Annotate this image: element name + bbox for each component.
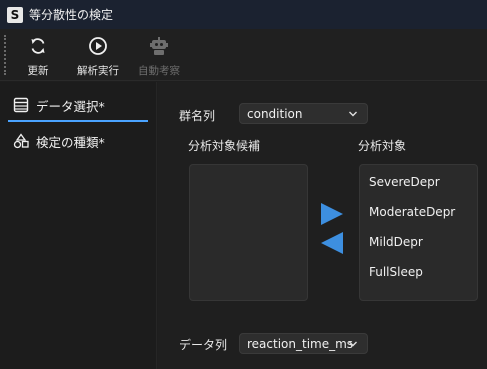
targets-label: 分析対象: [358, 139, 407, 153]
arrow-right-icon: [321, 203, 343, 225]
data-column-value: reaction_time_ms: [247, 336, 354, 351]
app-logo: S: [7, 6, 23, 23]
group-column-value: condition: [247, 106, 303, 121]
refresh-icon: [27, 35, 49, 57]
auto-insight-label: 自動考察: [138, 65, 180, 77]
toolbar: 更新 解析実行 自動考察: [0, 29, 487, 81]
chevron-down-icon: [349, 341, 357, 347]
list-item[interactable]: SevereDepr: [369, 175, 440, 189]
candidates-list[interactable]: [189, 164, 308, 301]
auto-insight-button[interactable]: 自動考察: [135, 33, 183, 79]
data-column-label: データ列: [179, 338, 228, 352]
group-column-select[interactable]: condition: [239, 103, 368, 124]
list-item[interactable]: FullSleep: [369, 265, 423, 279]
table-icon: [12, 96, 30, 114]
shapes-icon: [12, 132, 30, 150]
sidebar-item-test-type[interactable]: 検定の種類*: [0, 124, 157, 158]
main-panel: 群名列 condition 分析対象候補 分析対象 SevereDepr Mod…: [158, 82, 487, 369]
play-icon: [87, 35, 109, 57]
list-item[interactable]: MildDepr: [369, 235, 423, 249]
run-analysis-button[interactable]: 解析実行: [74, 33, 122, 79]
sidebar-item-label: 検定の種類*: [36, 134, 105, 150]
sidebar-item-data-selection[interactable]: データ選択*: [0, 88, 157, 122]
refresh-label: 更新: [27, 65, 49, 77]
move-right-button[interactable]: [319, 202, 345, 226]
targets-list[interactable]: SevereDepr ModerateDepr MildDepr FullSle…: [359, 164, 478, 301]
sidebar: データ選択* 検定の種類*: [0, 82, 157, 369]
list-item[interactable]: ModerateDepr: [369, 205, 455, 219]
toolbar-grip[interactable]: [4, 35, 6, 75]
data-column-select[interactable]: reaction_time_ms: [239, 333, 368, 354]
group-column-label: 群名列: [179, 109, 216, 123]
sidebar-item-label: データ選択*: [36, 98, 105, 114]
chevron-down-icon: [349, 111, 357, 117]
arrow-left-icon: [321, 232, 343, 254]
refresh-button[interactable]: 更新: [24, 33, 52, 79]
title-bar: S 等分散性の検定: [0, 0, 487, 29]
run-analysis-label: 解析実行: [77, 65, 119, 77]
move-left-button[interactable]: [319, 231, 345, 255]
candidates-label: 分析対象候補: [188, 139, 261, 153]
robot-icon: [148, 35, 170, 57]
window-title: 等分散性の検定: [29, 8, 114, 22]
